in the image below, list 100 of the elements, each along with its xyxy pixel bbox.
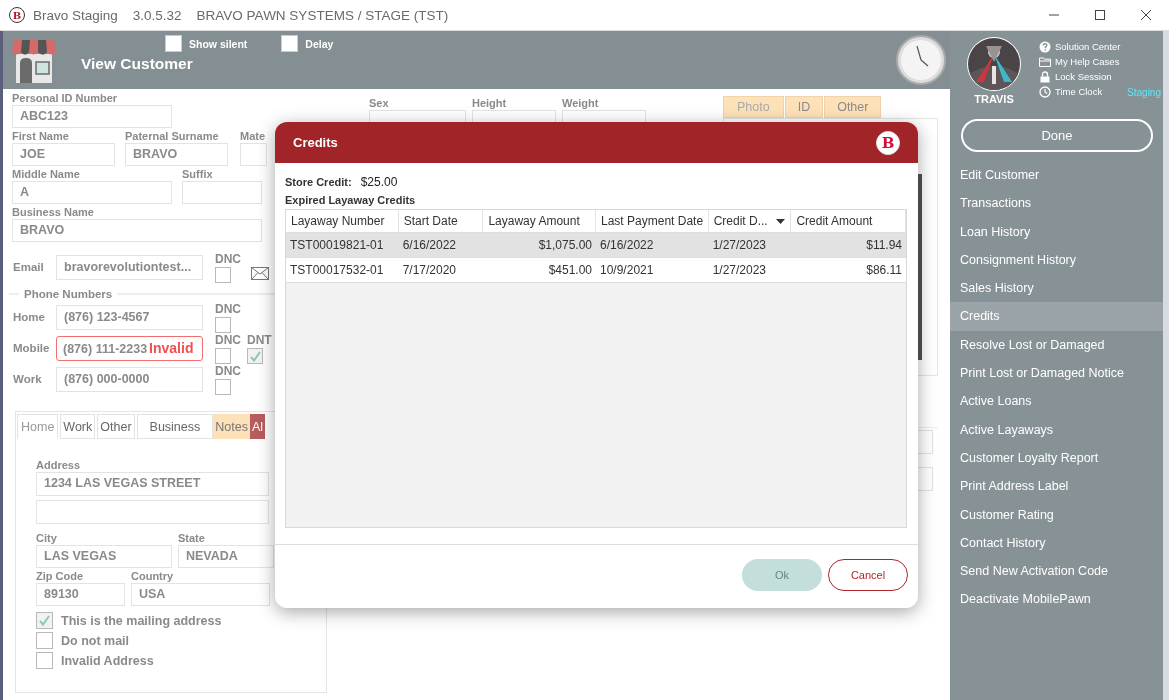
phone-field[interactable]: (876) 111-2233 Invalid bbox=[56, 336, 203, 361]
help-icon bbox=[1039, 40, 1051, 53]
address-tab[interactable]: Business bbox=[136, 414, 214, 439]
address-field[interactable]: 1234 LAS VEGAS STREET bbox=[36, 472, 269, 496]
clock-icon bbox=[895, 34, 947, 86]
done-button[interactable]: Done bbox=[961, 119, 1153, 152]
dnc-label: DNC bbox=[215, 303, 241, 316]
checkbox[interactable] bbox=[36, 612, 53, 629]
table-cell-text: 6/16/2022 bbox=[599, 237, 655, 254]
field-label: Personal ID Number bbox=[12, 92, 119, 105]
input-field[interactable]: USA bbox=[131, 583, 270, 606]
dnc-label: DNC bbox=[215, 253, 241, 266]
sidebar-item[interactable]: Customer Rating bbox=[950, 500, 1163, 529]
email-field[interactable]: bravorevolutiontest... bbox=[56, 255, 203, 280]
field-label: Mate bbox=[240, 130, 267, 143]
field-label: Store Credit: bbox=[285, 175, 352, 188]
input-field[interactable]: A bbox=[12, 181, 172, 204]
sidebar-item[interactable]: Print Lost or Damaged Notice bbox=[950, 359, 1163, 388]
sidebar-item[interactable]: Resolve Lost or Damaged bbox=[950, 330, 1163, 360]
option-label: Invalid Address bbox=[61, 653, 154, 668]
sidebar-item[interactable]: Consignment History bbox=[950, 245, 1163, 275]
sidebar-link[interactable]: My Help Cases bbox=[1039, 54, 1121, 69]
field-label: Work bbox=[12, 372, 43, 387]
option-label: Delay bbox=[305, 37, 334, 50]
input-field[interactable]: 89130 bbox=[36, 583, 125, 606]
checkbox[interactable] bbox=[247, 348, 263, 364]
sidebar-item[interactable]: Contact History bbox=[950, 528, 1163, 558]
sidebar-item[interactable]: Deactivate MobilePawn bbox=[950, 585, 1163, 614]
field-label: Height bbox=[472, 97, 508, 110]
input-field[interactable]: NEVADA bbox=[178, 545, 274, 568]
input-field[interactable] bbox=[240, 143, 267, 166]
sidebar-item[interactable]: Send New Activation Code bbox=[950, 557, 1163, 586]
close-icon bbox=[1140, 9, 1152, 21]
sidebar-item[interactable]: Customer Loyalty Report bbox=[950, 443, 1163, 473]
checkbox[interactable] bbox=[165, 35, 182, 52]
input-field[interactable]: BRAVO bbox=[12, 219, 262, 242]
checkbox[interactable] bbox=[215, 267, 231, 283]
table-row[interactable]: TST00019821-01 6/16/2022 $1,075.00 6/16/2022 1/27/2023 $11.94 bbox=[286, 233, 906, 258]
dnc-label: DNT bbox=[247, 334, 272, 347]
table-cell-text: 1/27/2023 bbox=[711, 237, 768, 254]
sidebar-item[interactable]: Sales History bbox=[950, 274, 1163, 303]
sidebar-item[interactable]: Loan History bbox=[950, 217, 1163, 246]
table-cell-text: 7/17/2020 bbox=[401, 262, 458, 279]
field-label: Middle Name bbox=[12, 168, 81, 181]
table-row[interactable]: TST00017532-01 7/17/2020 $451.00 10/9/2021 1/27/2023 $86.11 bbox=[286, 258, 906, 283]
user-name: TRAVIS bbox=[974, 93, 1014, 105]
field-label: Home bbox=[12, 310, 46, 325]
checkbox[interactable] bbox=[215, 317, 231, 333]
address-tab[interactable]: Home bbox=[17, 414, 59, 439]
input-field[interactable]: BRAVO bbox=[125, 143, 228, 166]
checkbox[interactable] bbox=[215, 348, 231, 364]
option-label: This is the mailing address bbox=[61, 613, 222, 628]
column-header[interactable]: Credit Amount bbox=[791, 210, 906, 232]
input-field[interactable] bbox=[182, 181, 262, 204]
option-label: Do not mail bbox=[61, 633, 130, 648]
field-label: Address bbox=[36, 459, 82, 472]
sidebar-item[interactable]: Transactions bbox=[950, 189, 1163, 218]
dnc-label: DNC bbox=[215, 365, 241, 378]
phone-field[interactable]: (876) 000-0000 bbox=[56, 367, 203, 392]
column-header[interactable]: Start Date bbox=[398, 210, 484, 232]
input-field[interactable]: ABC123 bbox=[12, 105, 172, 128]
sidebar-item[interactable]: Active Layaways bbox=[950, 415, 1163, 444]
checkbox[interactable] bbox=[281, 35, 299, 52]
checkbox[interactable] bbox=[215, 379, 231, 395]
sidebar-link[interactable]: Lock Session bbox=[1039, 69, 1121, 84]
phone-field[interactable]: (876) 123-4567 bbox=[56, 305, 203, 330]
address-tab[interactable]: Notes bbox=[213, 414, 250, 439]
column-header[interactable]: Layaway Amount bbox=[483, 210, 596, 232]
sidebar-item[interactable]: Credits bbox=[950, 302, 1163, 331]
address-tab[interactable]: Work bbox=[60, 414, 96, 439]
field-label: Country bbox=[131, 570, 175, 583]
field-label: State bbox=[178, 532, 206, 545]
input-field[interactable]: JOE bbox=[12, 143, 115, 166]
checkbox[interactable] bbox=[36, 632, 53, 649]
sidebar-item[interactable]: Edit Customer bbox=[950, 161, 1163, 190]
sidebar-item[interactable]: Active Loans bbox=[950, 387, 1163, 416]
column-header[interactable]: Credit D... bbox=[708, 210, 792, 232]
address-field[interactable] bbox=[36, 500, 269, 524]
app-name: Bravo Staging bbox=[33, 7, 118, 23]
sidebar-link[interactable]: Time Clock bbox=[1039, 84, 1121, 99]
window-title: BRAVO PAWN SYSTEMS / STAGE (TST) bbox=[196, 7, 449, 23]
address-tab[interactable]: Other bbox=[97, 414, 135, 439]
table-cell-text: 1/27/2023 bbox=[711, 262, 768, 279]
clock-icon bbox=[1039, 85, 1051, 98]
folder-icon bbox=[1039, 55, 1051, 68]
table-cell-text: 6/16/2022 bbox=[401, 237, 458, 254]
sidebar-link[interactable]: Solution Center bbox=[1039, 39, 1121, 54]
table-cell-text: $86.11 bbox=[865, 262, 903, 279]
media-tab[interactable]: Other bbox=[824, 96, 882, 118]
media-tab[interactable]: Photo bbox=[723, 96, 784, 118]
page-title: View Customer bbox=[81, 55, 194, 73]
media-tab[interactable]: ID bbox=[784, 96, 824, 118]
sidebar-item[interactable]: Print Address Label bbox=[950, 472, 1163, 501]
column-header[interactable]: Last Payment Date bbox=[596, 210, 709, 232]
checkbox[interactable] bbox=[36, 652, 53, 669]
table-cell-text: TST00017532-01 bbox=[289, 262, 385, 279]
input-field[interactable]: LAS VEGAS bbox=[36, 545, 172, 568]
column-header[interactable]: Layaway Number bbox=[286, 210, 399, 232]
cancel-button[interactable]: Cancel bbox=[828, 559, 908, 591]
table-cell-text: $1,075.00 bbox=[537, 237, 593, 254]
